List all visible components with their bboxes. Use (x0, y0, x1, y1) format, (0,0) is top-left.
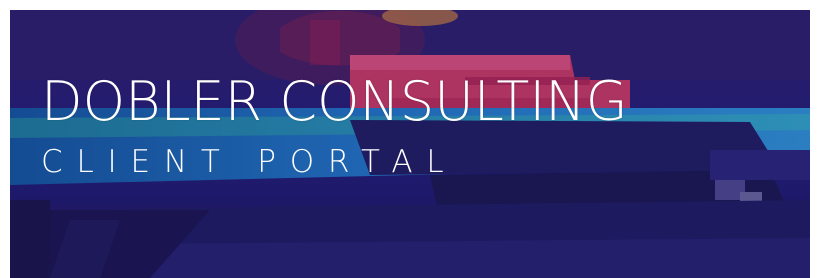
page-title: DOBLER CONSULTING (41, 70, 628, 133)
page: DOBLER CONSULTING CLIENT PORTAL (0, 0, 820, 278)
page-subtitle: CLIENT PORTAL (41, 144, 458, 180)
hero-banner: DOBLER CONSULTING CLIENT PORTAL (10, 10, 810, 278)
hero-text: DOBLER CONSULTING CLIENT PORTAL (41, 70, 628, 180)
